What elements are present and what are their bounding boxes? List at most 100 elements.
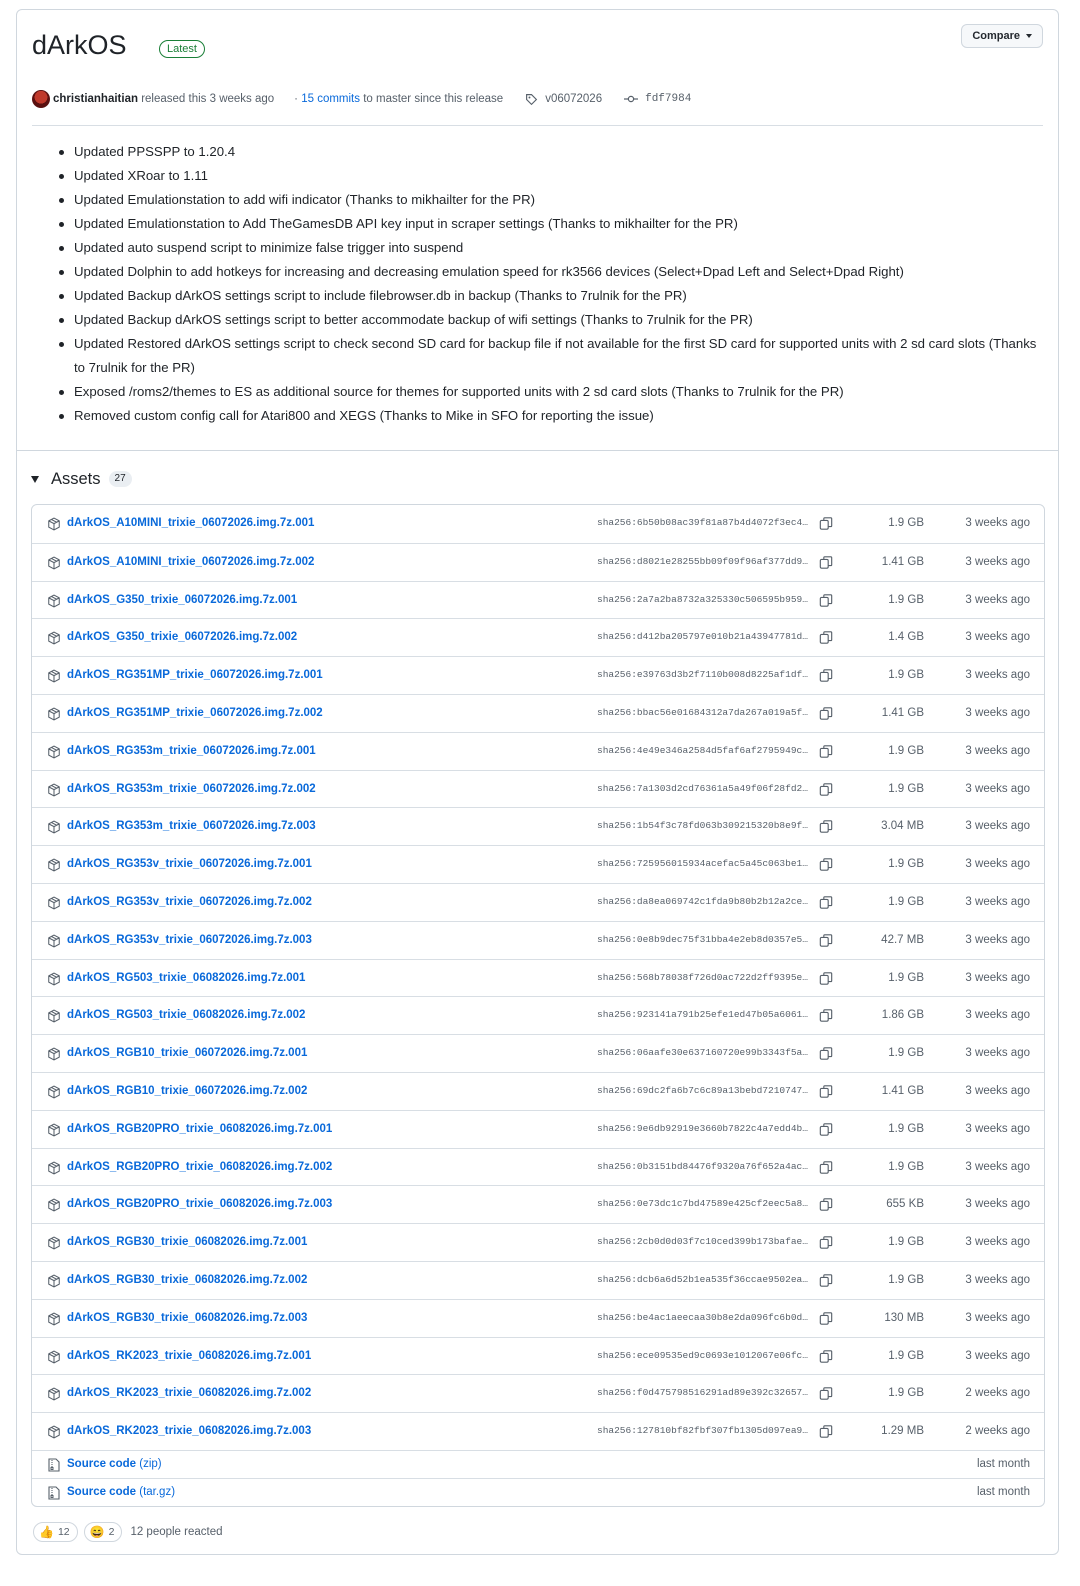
assets-divider bbox=[17, 450, 1058, 451]
copy-icon[interactable] bbox=[819, 1349, 833, 1364]
source-code-ext: (tar.gz) bbox=[139, 1485, 176, 1498]
source-code-link[interactable]: Source code (tar.gz) bbox=[67, 1486, 175, 1498]
asset-date: 3 weeks ago bbox=[965, 820, 1030, 833]
asset-link[interactable]: dArkOS_RG353m_trixie_06072026.img.7z.003 bbox=[67, 820, 316, 832]
asset-link[interactable]: dArkOS_A10MINI_trixie_06072026.img.7z.00… bbox=[67, 556, 314, 568]
copy-icon[interactable] bbox=[819, 516, 833, 531]
source-code-date: last month bbox=[976, 1485, 1030, 1498]
commit-info[interactable]: fdf7984 bbox=[624, 93, 691, 105]
asset-link[interactable]: dArkOS_A10MINI_trixie_06072026.img.7z.00… bbox=[67, 517, 314, 529]
asset-link[interactable]: dArkOS_RGB10_trixie_06072026.img.7z.001 bbox=[67, 1047, 307, 1059]
package-icon bbox=[47, 517, 61, 531]
reaction-thumbs-up[interactable]: 👍 12 bbox=[33, 1522, 78, 1542]
copy-icon[interactable] bbox=[819, 1386, 833, 1401]
asset-sha256: sha256:1b54f3c78fd063b309215320b8e9f... bbox=[597, 820, 809, 832]
package-icon bbox=[47, 1350, 61, 1364]
asset-link[interactable]: dArkOS_RK2023_trixie_06082026.img.7z.002 bbox=[67, 1387, 311, 1399]
asset-link[interactable]: dArkOS_RG353v_trixie_06072026.img.7z.003 bbox=[67, 934, 312, 946]
released-text: released this 3 weeks ago bbox=[141, 93, 275, 105]
laugh-icon: 😄 bbox=[89, 1525, 105, 1539]
tag-info[interactable]: v06072026 bbox=[525, 93, 602, 106]
asset-sha256: sha256:0e73dc1c7bd47589e425cf2eec5a8... bbox=[597, 1198, 809, 1210]
note-item: Updated XRoar to 1.11 bbox=[58, 164, 1048, 188]
avatar[interactable] bbox=[32, 90, 50, 108]
asset-date: 3 weeks ago bbox=[965, 1160, 1030, 1173]
copy-icon[interactable] bbox=[819, 895, 833, 910]
copy-icon[interactable] bbox=[819, 1235, 833, 1250]
note-item: Updated PPSSPP to 1.20.4 bbox=[58, 140, 1048, 164]
copy-icon[interactable] bbox=[819, 744, 833, 759]
asset-link[interactable]: dArkOS_RG353v_trixie_06072026.img.7z.002 bbox=[67, 896, 312, 908]
asset-link[interactable]: dArkOS_RGB30_trixie_06082026.img.7z.002 bbox=[67, 1274, 307, 1286]
package-icon bbox=[47, 858, 61, 872]
commits-link[interactable]: 15 commits bbox=[301, 93, 360, 105]
asset-link[interactable]: dArkOS_G350_trixie_06072026.img.7z.002 bbox=[67, 631, 297, 643]
copy-icon[interactable] bbox=[819, 555, 833, 570]
copy-icon[interactable] bbox=[819, 1046, 833, 1061]
copy-icon[interactable] bbox=[819, 668, 833, 683]
asset-row: dArkOS_RGB10_trixie_06072026.img.7z.002 s… bbox=[32, 1071, 1044, 1110]
asset-link[interactable]: dArkOS_G350_trixie_06072026.img.7z.001 bbox=[67, 594, 297, 606]
asset-sha256: sha256:da8ea069742c1fda9b80b2b12a2ce... bbox=[597, 895, 809, 907]
copy-icon[interactable] bbox=[819, 1273, 833, 1288]
copy-icon[interactable] bbox=[819, 706, 833, 721]
copy-icon[interactable] bbox=[819, 1197, 833, 1212]
asset-link[interactable]: dArkOS_RG353v_trixie_06072026.img.7z.001 bbox=[67, 858, 312, 870]
copy-icon[interactable] bbox=[819, 857, 833, 872]
tag-icon bbox=[526, 93, 538, 105]
copy-icon[interactable] bbox=[819, 933, 833, 948]
release-title[interactable]: dArkOS bbox=[32, 30, 127, 61]
asset-row: dArkOS_RG503_trixie_06082026.img.7z.001 s… bbox=[32, 958, 1044, 997]
package-icon bbox=[47, 1047, 61, 1061]
copy-icon[interactable] bbox=[819, 593, 833, 608]
copy-icon[interactable] bbox=[819, 630, 833, 645]
asset-link[interactable]: dArkOS_RG353m_trixie_06072026.img.7z.001 bbox=[67, 745, 316, 757]
assets-toggle[interactable]: Assets 27 bbox=[31, 468, 132, 490]
asset-link[interactable]: dArkOS_RGB30_trixie_06082026.img.7z.003 bbox=[67, 1312, 307, 1324]
asset-size: 1.9 GB bbox=[888, 1160, 924, 1173]
asset-date: 3 weeks ago bbox=[965, 669, 1030, 682]
asset-sha256: sha256:bbac56e01684312a7da267a019a5f... bbox=[597, 706, 809, 718]
source-code-label: Source code bbox=[67, 1457, 137, 1470]
copy-icon[interactable] bbox=[819, 971, 833, 986]
copy-icon[interactable] bbox=[819, 782, 833, 797]
copy-icon[interactable] bbox=[819, 1008, 833, 1023]
asset-size: 1.41 GB bbox=[881, 706, 924, 719]
package-icon bbox=[47, 556, 61, 570]
package-icon bbox=[47, 631, 61, 645]
asset-link[interactable]: dArkOS_RGB20PRO_trixie_06082026.img.7z.0… bbox=[67, 1123, 332, 1135]
asset-link[interactable]: dArkOS_RGB10_trixie_06072026.img.7z.002 bbox=[67, 1085, 307, 1097]
asset-date: 3 weeks ago bbox=[965, 971, 1030, 984]
copy-icon[interactable] bbox=[819, 1122, 833, 1137]
asset-date: 3 weeks ago bbox=[965, 782, 1030, 795]
asset-row: dArkOS_RGB30_trixie_06082026.img.7z.003 s… bbox=[32, 1298, 1044, 1337]
copy-icon[interactable] bbox=[819, 1424, 833, 1439]
copy-icon[interactable] bbox=[819, 1084, 833, 1099]
copy-icon[interactable] bbox=[819, 819, 833, 834]
asset-size: 1.9 GB bbox=[888, 895, 924, 908]
copy-icon[interactable] bbox=[819, 1160, 833, 1175]
tag-name: v06072026 bbox=[545, 93, 603, 105]
asset-link[interactable]: dArkOS_RK2023_trixie_06082026.img.7z.003 bbox=[67, 1425, 311, 1437]
asset-size: 1.9 GB bbox=[888, 971, 924, 984]
compare-button[interactable]: Compare bbox=[961, 24, 1043, 48]
source-code-ext: (zip) bbox=[139, 1457, 162, 1470]
reaction-laugh[interactable]: 😄 2 bbox=[83, 1522, 123, 1542]
author-link[interactable]: christianhaitian bbox=[53, 93, 138, 105]
source-code-link[interactable]: Source code (zip) bbox=[67, 1458, 162, 1470]
asset-link[interactable]: dArkOS_RG351MP_trixie_06072026.img.7z.00… bbox=[67, 707, 323, 719]
asset-link[interactable]: dArkOS_RK2023_trixie_06082026.img.7z.001 bbox=[67, 1350, 311, 1362]
copy-icon[interactable] bbox=[819, 1311, 833, 1326]
asset-link[interactable]: dArkOS_RG351MP_trixie_06072026.img.7z.00… bbox=[67, 669, 323, 681]
asset-date: 2 weeks ago bbox=[965, 1387, 1030, 1400]
asset-link[interactable]: dArkOS_RG353m_trixie_06072026.img.7z.002 bbox=[67, 783, 316, 795]
asset-date: 3 weeks ago bbox=[965, 1009, 1030, 1022]
asset-link[interactable]: dArkOS_RG503_trixie_06082026.img.7z.002 bbox=[67, 1009, 305, 1021]
asset-link[interactable]: dArkOS_RGB30_trixie_06082026.img.7z.001 bbox=[67, 1236, 307, 1248]
asset-link[interactable]: dArkOS_RGB20PRO_trixie_06082026.img.7z.0… bbox=[67, 1161, 332, 1173]
asset-sha256: sha256:be4ac1aeecaa30b8e2da096fc6b0d... bbox=[597, 1311, 809, 1323]
asset-link[interactable]: dArkOS_RG503_trixie_06082026.img.7z.001 bbox=[67, 972, 305, 984]
asset-link[interactable]: dArkOS_RGB20PRO_trixie_06082026.img.7z.0… bbox=[67, 1198, 332, 1210]
package-icon bbox=[47, 1009, 61, 1023]
asset-row: dArkOS_RG353m_trixie_06072026.img.7z.002… bbox=[32, 769, 1044, 808]
